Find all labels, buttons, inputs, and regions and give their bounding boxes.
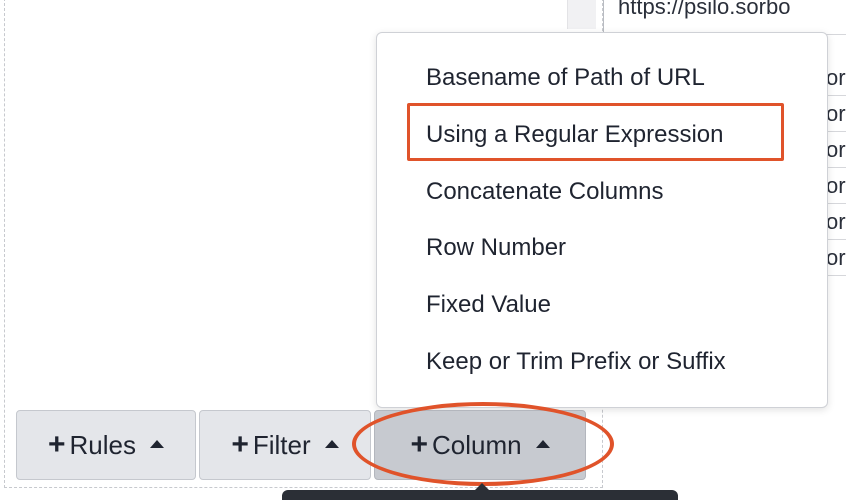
- column-label: Column: [431, 429, 522, 460]
- caret-up-icon: [535, 440, 550, 448]
- cell-text: or: [826, 137, 846, 162]
- cell-text: or: [826, 101, 846, 126]
- add-filter-button[interactable]: + Filter: [199, 410, 371, 480]
- add-column-button[interactable]: + Column: [374, 410, 586, 480]
- menu-item-fixed-value[interactable]: Fixed Value: [426, 290, 551, 320]
- plus-icon: +: [47, 428, 66, 461]
- filter-label: Filter: [252, 429, 311, 460]
- cell-text: or: [826, 65, 846, 90]
- menu-item-concatenate-columns[interactable]: Concatenate Columns: [426, 177, 663, 207]
- add-rules-button[interactable]: + Rules: [16, 410, 196, 480]
- menu-item-basename-of-path-of-url[interactable]: Basename of Path of URL: [426, 63, 705, 93]
- cell-text: or: [826, 209, 846, 234]
- tooltip: [282, 490, 678, 500]
- table-header-cell: https://psilo.sorbo: [604, 0, 846, 35]
- cell-text: or: [826, 173, 846, 198]
- menu-item-row-number[interactable]: Row Number: [426, 233, 566, 263]
- scrollbar-track[interactable]: [567, 0, 596, 29]
- rules-label: Rules: [69, 429, 136, 460]
- menu-item-using-a-regular-expression[interactable]: Using a Regular Expression: [426, 120, 723, 150]
- add-column-dropdown-menu: Basename of Path of URL Using a Regular …: [376, 32, 828, 408]
- caret-up-icon: [150, 440, 164, 448]
- plus-icon: +: [231, 428, 249, 461]
- cell-text: or: [826, 245, 846, 270]
- caret-up-icon: [324, 440, 339, 448]
- url-text: https://psilo.sorbo: [618, 0, 791, 19]
- plus-icon: +: [410, 428, 428, 461]
- menu-item-keep-or-trim-prefix-or-suffix[interactable]: Keep or Trim Prefix or Suffix: [426, 347, 726, 377]
